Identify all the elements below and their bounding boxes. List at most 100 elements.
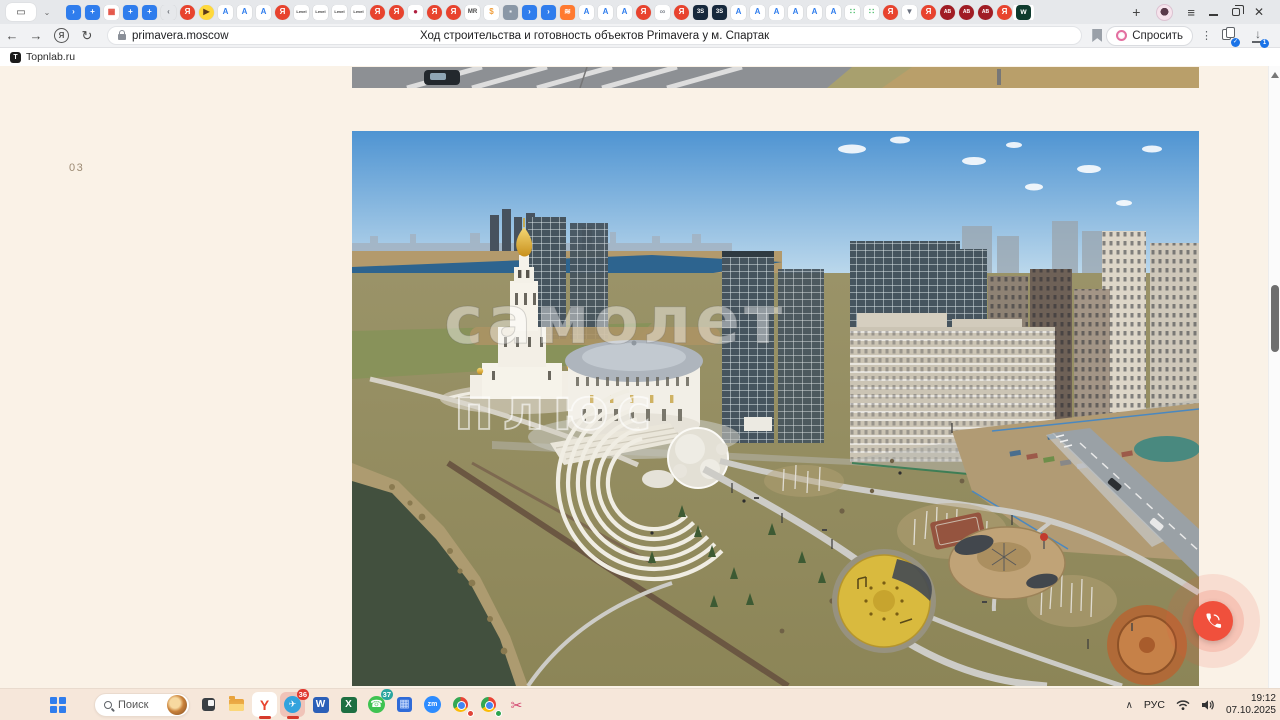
browser-menu-button[interactable]: ≡ bbox=[1187, 5, 1195, 20]
browser-tab[interactable]: 3S bbox=[712, 4, 727, 20]
window-close-button[interactable]: ✕ bbox=[1254, 5, 1264, 19]
browser-tab[interactable]: ▦ bbox=[104, 4, 119, 20]
windows-taskbar: Поиск Y ✈ 36 W X ☎ 37 ▦ zm ✂ ∧ РУС 19:12 07.10.20… bbox=[0, 688, 1280, 720]
downloads-button[interactable]: ↓ 1 bbox=[1250, 27, 1269, 48]
browser-tab[interactable]: А bbox=[579, 4, 594, 20]
browser-tab[interactable]: ▼ bbox=[902, 4, 917, 20]
wifi-icon[interactable] bbox=[1176, 699, 1190, 711]
browser-tab[interactable]: Я bbox=[997, 4, 1012, 20]
browser-tab[interactable]: ∞ bbox=[655, 4, 670, 20]
browser-tab[interactable]: Level bbox=[332, 4, 347, 20]
extensions-button[interactable]: ✓ bbox=[1220, 26, 1240, 47]
browser-tab[interactable]: ▶ bbox=[199, 4, 214, 20]
start-button[interactable] bbox=[50, 697, 66, 713]
browser-tab[interactable]: А bbox=[750, 4, 765, 20]
taskbar-app-telegram[interactable]: ✈ 36 bbox=[280, 689, 309, 719]
browser-tab[interactable]: Я bbox=[446, 4, 461, 20]
browser-tab[interactable]: АВ bbox=[940, 4, 955, 20]
taskbar-app-excel[interactable]: X bbox=[336, 692, 361, 717]
browser-tab[interactable]: Level bbox=[313, 4, 328, 20]
browser-tab[interactable]: $ bbox=[484, 4, 499, 20]
taskbar-app-chrome[interactable] bbox=[448, 692, 474, 717]
ask-alice-button[interactable]: Спросить bbox=[1106, 25, 1193, 46]
browser-tab[interactable]: Я bbox=[389, 4, 404, 20]
browser-tab[interactable]: › bbox=[66, 4, 81, 20]
taskbar-app-snip[interactable]: ✂ bbox=[504, 692, 529, 717]
browser-tab[interactable]: А bbox=[598, 4, 613, 20]
browser-tab[interactable]: Я bbox=[921, 4, 936, 20]
url-text[interactable]: primavera.moscow bbox=[132, 30, 229, 42]
taskbar-app-chrome-2[interactable] bbox=[476, 692, 502, 717]
browser-tab[interactable]: А bbox=[218, 4, 233, 20]
reload-button[interactable]: ↻ bbox=[75, 28, 99, 44]
browser-tab[interactable]: ● bbox=[408, 4, 423, 20]
browser-tab[interactable]: Level bbox=[351, 4, 366, 20]
browser-tab[interactable]: А bbox=[788, 4, 803, 20]
bookmark-label: Topnlab.ru bbox=[26, 51, 76, 63]
language-indicator[interactable]: РУС bbox=[1144, 699, 1165, 711]
profile-avatar[interactable] bbox=[1156, 3, 1174, 21]
window-restore-button[interactable] bbox=[1231, 5, 1244, 16]
browser-tab[interactable]: Я bbox=[180, 4, 195, 20]
new-tab-button[interactable]: + bbox=[1126, 2, 1146, 22]
browser-tab[interactable]: А bbox=[807, 4, 822, 20]
browser-tab[interactable]: ∷ bbox=[864, 4, 879, 20]
browser-tab[interactable]: Level bbox=[294, 4, 309, 20]
browser-tab[interactable]: › bbox=[522, 4, 537, 20]
back-button[interactable]: ← bbox=[0, 28, 24, 43]
taskbar-app-zoom[interactable]: zm bbox=[420, 692, 445, 717]
scrollbar-thumb[interactable] bbox=[1271, 285, 1279, 352]
taskbar-app-whatsapp[interactable]: ☎ 37 bbox=[364, 689, 393, 717]
browser-tab[interactable]: Я bbox=[636, 4, 651, 20]
taskbar-app-office-grid[interactable]: ▦ bbox=[392, 692, 417, 717]
browser-tab[interactable]: АВ bbox=[959, 4, 974, 20]
widget-thumbnail[interactable] bbox=[167, 695, 187, 715]
browser-tab[interactable]: А bbox=[769, 4, 784, 20]
forward-button[interactable]: → bbox=[24, 28, 48, 43]
taskbar-app-yandex-browser[interactable]: Y bbox=[252, 692, 277, 719]
taskbar-app-explorer[interactable] bbox=[224, 692, 249, 717]
address-bar[interactable]: primavera.moscow Ход строительства и гот… bbox=[107, 26, 1083, 45]
browser-tab[interactable]: › bbox=[541, 4, 556, 20]
taskbar-app-task-view[interactable] bbox=[196, 692, 221, 717]
browser-tab[interactable]: Я bbox=[370, 4, 385, 20]
window-minimize-button[interactable] bbox=[1208, 14, 1218, 16]
taskbar-search[interactable]: Поиск bbox=[94, 693, 190, 717]
task-view-icon bbox=[202, 698, 215, 711]
browser-tab[interactable]: w bbox=[1016, 4, 1031, 20]
tab-list-button[interactable]: ▭ bbox=[6, 3, 36, 21]
taskbar-app-word[interactable]: W bbox=[308, 692, 333, 717]
yandex-home-button[interactable]: Я bbox=[54, 28, 69, 43]
browser-tab[interactable]: А bbox=[256, 4, 271, 20]
clock[interactable]: 19:12 07.10.2025 bbox=[1226, 693, 1276, 718]
omnibox-more-button[interactable]: ⋮ bbox=[1201, 29, 1212, 42]
browser-tab[interactable]: АВ bbox=[978, 4, 993, 20]
bookmark-item-topnlab[interactable]: T Topnlab.ru bbox=[10, 51, 75, 63]
browser-tab[interactable]: Я bbox=[883, 4, 898, 20]
scrollbar-up-arrow[interactable] bbox=[1271, 72, 1279, 78]
browser-tab[interactable]: MR bbox=[465, 4, 480, 20]
browser-tab[interactable]: Я bbox=[275, 4, 290, 20]
tab-list-chevron-icon[interactable]: ⌄ bbox=[36, 3, 58, 21]
bookmark-icon[interactable] bbox=[1092, 29, 1103, 42]
browser-tab[interactable]: А bbox=[237, 4, 252, 20]
browser-tab[interactable]: ∷ bbox=[845, 4, 860, 20]
browser-tab[interactable]: ▪ bbox=[503, 4, 518, 20]
volume-icon[interactable] bbox=[1201, 699, 1215, 711]
browser-tab[interactable]: + bbox=[142, 4, 157, 20]
callback-phone-icon bbox=[1206, 613, 1222, 628]
browser-tab[interactable]: 3S bbox=[693, 4, 708, 20]
browser-tab[interactable]: А bbox=[731, 4, 746, 20]
browser-tab[interactable]: А bbox=[826, 4, 841, 20]
page-scrollbar[interactable] bbox=[1268, 66, 1280, 688]
browser-tab[interactable]: + bbox=[85, 4, 100, 20]
browser-tab[interactable]: А bbox=[617, 4, 632, 20]
browser-tab[interactable]: + bbox=[123, 4, 138, 20]
browser-tab[interactable]: Я bbox=[427, 4, 442, 20]
tray-expand-button[interactable]: ∧ bbox=[1126, 700, 1133, 711]
browser-tab[interactable]: ‹ bbox=[161, 5, 176, 20]
tray-time: 19:12 bbox=[1250, 692, 1276, 704]
callback-button[interactable] bbox=[1193, 601, 1233, 641]
browser-tab[interactable]: Я bbox=[674, 4, 689, 20]
browser-tab[interactable]: ≋ bbox=[560, 4, 575, 20]
